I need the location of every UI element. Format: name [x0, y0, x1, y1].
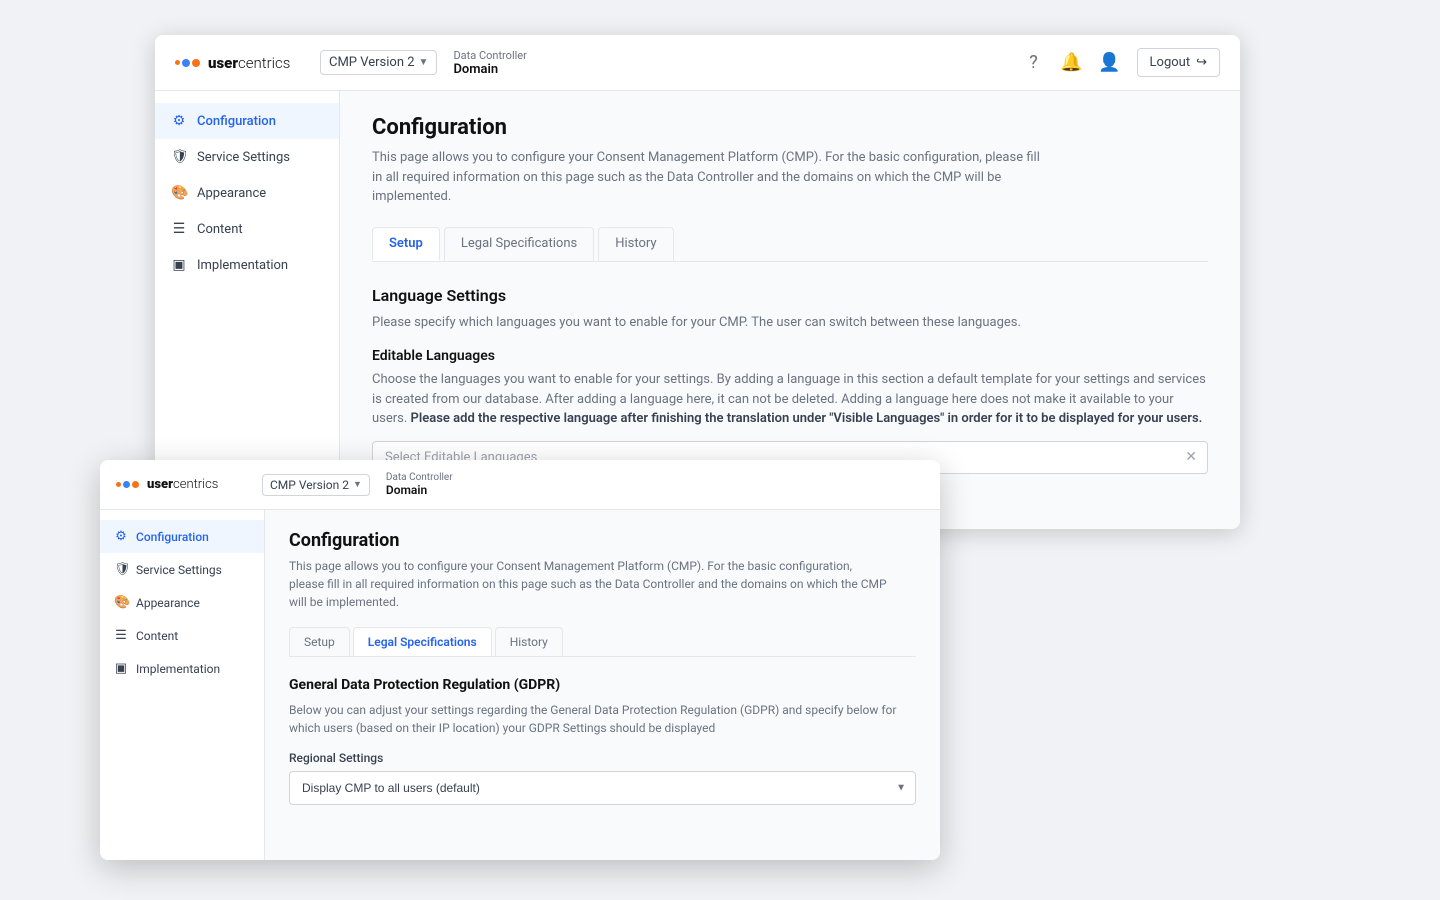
logo-dot-blue — [182, 59, 190, 67]
gdpr-title: General Data Protection Regulation (GDPR… — [289, 677, 916, 693]
logout-button[interactable]: Logout ↪ — [1137, 48, 1220, 77]
overlay-tab-legal-specifications[interactable]: Legal Specifications — [353, 627, 492, 656]
overlay-shield-icon: 🛡 — [114, 562, 128, 577]
tab-history[interactable]: History — [598, 227, 673, 261]
overlay-sidebar-appearance[interactable]: 🎨 Appearance — [100, 586, 264, 619]
overlay-cmp-selector[interactable]: CMP Version 2 ▼ — [262, 474, 370, 496]
overlay-page-desc: This page allows you to configure your C… — [289, 557, 889, 611]
overlay-sidebar-content[interactable]: ☰ Content — [100, 619, 264, 652]
header-middle: CMP Version 2 ▼ Data Controller Domain — [320, 49, 1023, 77]
gdpr-desc: Below you can adjust your settings regar… — [289, 701, 916, 737]
overlay-sidebar-implementation[interactable]: ▣ Implementation — [100, 652, 264, 685]
palette-icon: 🎨 — [171, 185, 187, 201]
overlay-sidebar: ⚙ Configuration 🛡 Service Settings 🎨 App… — [100, 510, 265, 860]
help-icon[interactable]: ? — [1023, 52, 1045, 74]
sidebar-item-label: Implementation — [197, 258, 288, 273]
overlay-header: usercentrics CMP Version 2 ▼ Data Contro… — [100, 460, 940, 510]
sidebar-item-label: Configuration — [197, 114, 276, 129]
overlay-layout: ⚙ Configuration 🛡 Service Settings 🎨 App… — [100, 510, 940, 860]
overlay-sidebar-configuration[interactable]: ⚙ Configuration — [100, 520, 264, 553]
logo-dot-orange2 — [192, 59, 200, 67]
sidebar-item-appearance[interactable]: 🎨 Appearance — [155, 175, 339, 211]
gear-icon: ⚙ — [171, 113, 187, 129]
header-actions: ? 🔔 👤 Logout ↪ — [1023, 48, 1220, 77]
regional-settings-select[interactable]: Display CMP to all users (default) Displ… — [289, 771, 916, 805]
cmp-version-selector[interactable]: CMP Version 2 ▼ — [320, 50, 437, 75]
overlay-logo-dots — [116, 481, 139, 488]
data-controller-info: Data Controller Domain — [453, 49, 526, 77]
sidebar-item-label: Content — [197, 222, 243, 237]
overlay-tab-setup[interactable]: Setup — [289, 627, 350, 656]
bell-icon[interactable]: 🔔 — [1061, 52, 1083, 74]
overlay-palette-icon: 🎨 — [114, 595, 128, 610]
page-description: This page allows you to configure your C… — [372, 148, 1052, 207]
language-settings-desc: Please specify which languages you want … — [372, 313, 1208, 333]
dc-value: Domain — [453, 62, 526, 77]
overlay-sidebar-label: Service Settings — [136, 563, 222, 577]
overlay-window: usercentrics CMP Version 2 ▼ Data Contro… — [100, 460, 940, 860]
sidebar-item-configuration[interactable]: ⚙ Configuration — [155, 103, 339, 139]
overlay-cmp-label: CMP Version 2 — [270, 478, 349, 492]
logout-label: Logout — [1150, 55, 1191, 70]
overlay-gear-icon: ⚙ — [114, 529, 128, 544]
overlay-dot-orange2 — [132, 481, 139, 488]
overlay-dot-blue — [123, 481, 130, 488]
regional-settings-label: Regional Settings — [289, 751, 916, 765]
overlay-sidebar-label: Appearance — [136, 596, 200, 610]
sidebar-item-label: Appearance — [197, 186, 266, 201]
editable-languages-desc: Choose the languages you want to enable … — [372, 370, 1208, 429]
overlay-dc-info: Data Controller Domain — [386, 472, 453, 497]
logo-text: usercentrics — [208, 54, 290, 72]
implementation-icon: ▣ — [171, 257, 187, 273]
sidebar-item-service-settings[interactable]: 🛡 Service Settings — [155, 139, 339, 175]
overlay-dc-label: Data Controller — [386, 472, 453, 483]
overlay-dot-orange — [116, 482, 121, 487]
overlay-content-icon: ☰ — [114, 628, 128, 643]
main-logo: usercentrics — [175, 54, 320, 72]
overlay-sidebar-service-settings[interactable]: 🛡 Service Settings — [100, 553, 264, 586]
sidebar-item-label: Service Settings — [197, 150, 290, 165]
logo-dots — [175, 59, 200, 67]
overlay-implementation-icon: ▣ — [114, 661, 128, 676]
user-icon[interactable]: 👤 — [1099, 52, 1121, 74]
main-header: usercentrics CMP Version 2 ▼ Data Contro… — [155, 35, 1240, 91]
language-settings-title: Language Settings — [372, 286, 1208, 305]
regional-settings-select-wrapper: Display CMP to all users (default) Displ… — [289, 771, 916, 805]
content-icon: ☰ — [171, 221, 187, 237]
shield-icon: 🛡 — [171, 149, 187, 165]
overlay-sidebar-label: Configuration — [136, 530, 209, 544]
overlay-tabs: Setup Legal Specifications History — [289, 627, 916, 657]
overlay-chevron-icon: ▼ — [353, 479, 362, 490]
cmp-selector-label: CMP Version 2 — [329, 55, 415, 70]
main-window: usercentrics CMP Version 2 ▼ Data Contro… — [155, 35, 1240, 529]
overlay-tab-history[interactable]: History — [495, 627, 563, 656]
editable-languages-title: Editable Languages — [372, 348, 1208, 364]
overlay-sidebar-label: Content — [136, 629, 178, 643]
clear-icon[interactable]: ✕ — [1185, 449, 1197, 465]
overlay-dc-value: Domain — [386, 483, 453, 497]
overlay-main-content: Configuration This page allows you to co… — [265, 510, 940, 860]
tab-setup[interactable]: Setup — [372, 227, 440, 261]
logo-dot-orange — [175, 60, 180, 65]
page-title: Configuration — [372, 115, 1208, 140]
sidebar-item-implementation[interactable]: ▣ Implementation — [155, 247, 339, 283]
overlay-sidebar-label: Implementation — [136, 662, 220, 676]
chevron-down-icon: ▼ — [419, 57, 429, 68]
overlay-page-title: Configuration — [289, 530, 916, 551]
tab-legal-specifications[interactable]: Legal Specifications — [444, 227, 594, 261]
gdpr-section: General Data Protection Regulation (GDPR… — [289, 677, 916, 805]
overlay-logo-text: usercentrics — [147, 477, 218, 492]
dc-label: Data Controller — [453, 49, 526, 62]
configuration-tabs: Setup Legal Specifications History — [372, 227, 1208, 262]
overlay-logo: usercentrics — [116, 477, 246, 492]
sidebar-item-content[interactable]: ☰ Content — [155, 211, 339, 247]
logout-icon: ↪ — [1196, 55, 1207, 70]
